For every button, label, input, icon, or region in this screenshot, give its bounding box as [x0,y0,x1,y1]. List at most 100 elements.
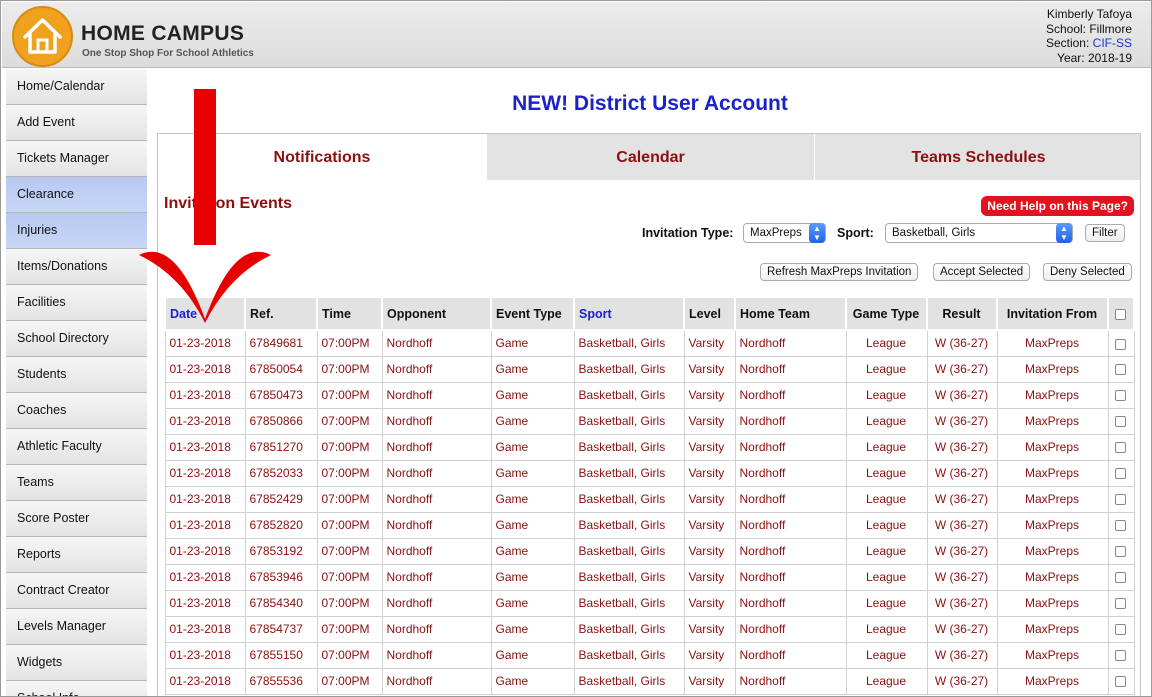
row-checkbox[interactable] [1115,546,1126,558]
column-header-sport[interactable]: Sport [573,296,685,331]
cell-ref: 67850054 [244,355,318,383]
cell-event-type: Game [490,355,575,383]
refresh-maxpreps-button[interactable]: Refresh MaxPreps Invitation [760,263,919,281]
sidebar-item-contract-creator[interactable]: Contract Creator [6,573,147,609]
cell-sport: Basketball, Girls [573,381,685,409]
cell-event-type: Game [490,407,575,435]
help-button[interactable]: Need Help on this Page? [981,196,1134,216]
cell-game-type: League [845,485,928,513]
row-checkbox[interactable] [1115,494,1126,506]
sidebar-item-facilities[interactable]: Facilities [6,285,147,321]
row-checkbox[interactable] [1115,416,1126,428]
row-checkbox[interactable] [1115,364,1126,376]
cell-opponent: Nordhoff [381,537,492,565]
sidebar-item-add-event[interactable]: Add Event [6,105,147,141]
accept-selected-button[interactable]: Accept Selected [933,263,1031,281]
sidebar-item-reports[interactable]: Reports [6,537,147,573]
sidebar-item-items-donations[interactable]: Items/Donations [6,249,147,285]
cell-time: 07:00PM [316,407,383,435]
sidebar-item-tickets-manager[interactable]: Tickets Manager [6,141,147,177]
sidebar-item-teams[interactable]: Teams [6,465,147,501]
tab-calendar[interactable]: Calendar [486,134,814,180]
cell-game-type: League [845,459,928,487]
row-select-cell [1107,485,1135,513]
table-row[interactable]: 01-23-2018 67850866 07:00PM Nordhoff Game Bas… [164,407,1135,435]
sidebar-item-school-info[interactable]: School Info [6,681,147,696]
cell-sport: Basketball, Girls [573,667,685,695]
table-row[interactable]: 01-23-2018 67851270 07:00PM Nordhoff Game Bas… [164,433,1135,461]
column-header-date[interactable]: Date [164,296,246,331]
sidebar-item-students[interactable]: Students [6,357,147,393]
row-checkbox[interactable] [1115,442,1126,454]
tab-notifications[interactable]: Notifications [158,134,486,180]
row-checkbox[interactable] [1115,468,1126,480]
row-checkbox[interactable] [1115,650,1126,662]
table-row[interactable]: 01-23-2018 67852820 07:00PM Nordhoff Game Bas… [164,511,1135,539]
sidebar-item-score-poster[interactable]: Score Poster [6,501,147,537]
row-checkbox[interactable] [1115,676,1126,688]
cell-level: Varsity [683,511,736,539]
row-checkbox[interactable] [1115,520,1126,532]
select-all-checkbox[interactable] [1115,308,1126,320]
row-checkbox[interactable] [1115,572,1126,584]
cell-game-type: League [845,615,928,643]
sport-select[interactable]: Basketball, Girls ▲ ▼ [885,223,1073,243]
table-row[interactable]: 01-23-2018 67850054 07:00PM Nordhoff Game Bas… [164,355,1135,383]
row-checkbox[interactable] [1115,624,1126,636]
sidebar-item-clearance[interactable]: Clearance [6,177,147,213]
cell-level: Varsity [683,329,736,357]
sidebar-item-widgets[interactable]: Widgets [6,645,147,681]
user-section: Section: CIF-SS [1046,36,1132,51]
table-row[interactable]: 01-23-2018 67849681 07:00PM Nordhoff Game Bas… [164,329,1135,357]
table-row[interactable]: 01-23-2018 67852429 07:00PM Nordhoff Game Bas… [164,485,1135,513]
table-row[interactable]: 01-23-2018 67853192 07:00PM Nordhoff Game Bas… [164,537,1135,565]
table-row[interactable]: 01-23-2018 67853946 07:00PM Nordhoff Game Bas… [164,563,1135,591]
cell-game-type: League [845,667,928,695]
section-link[interactable]: CIF-SS [1093,36,1132,50]
cell-sport: Basketball, Girls [573,459,685,487]
cell-opponent: Nordhoff [381,667,492,695]
row-checkbox[interactable] [1115,338,1126,350]
sidebar-item-athletic-faculty[interactable]: Athletic Faculty [6,429,147,465]
row-checkbox[interactable] [1115,598,1126,610]
row-checkbox[interactable] [1115,390,1126,402]
cell-ref: 67851270 [244,433,318,461]
cell-event-type: Game [490,329,575,357]
cell-event-type: Game [490,667,575,695]
cell-invitation-from: MaxPreps [996,485,1109,513]
cell-result: W (36-27) [926,511,998,539]
table-row[interactable]: 01-23-2018 67854737 07:00PM Nordhoff Game Bas… [164,615,1135,643]
sidebar-item-school-directory[interactable]: School Directory [6,321,147,357]
cell-event-type: Game [490,485,575,513]
tab-teams-schedules[interactable]: Teams Schedules [814,134,1140,180]
column-header-result: Result [926,296,998,331]
sidebar-item-levels-manager[interactable]: Levels Manager [6,609,147,645]
invitation-type-select[interactable]: MaxPreps ▲ ▼ [743,223,826,243]
cell-game-type: League [845,511,928,539]
table-row[interactable]: 01-23-2018 67852033 07:00PM Nordhoff Game Bas… [164,459,1135,487]
cell-ref: 67853192 [244,537,318,565]
cell-time: 07:00PM [316,381,383,409]
table-row[interactable]: 01-23-2018 67855150 07:00PM Nordhoff Game Bas… [164,641,1135,669]
column-header-level: Level [683,296,736,331]
select-arrows-icon: ▲ ▼ [809,223,825,243]
cell-date: 01-23-2018 [164,563,246,591]
row-select-cell [1107,511,1135,539]
sidebar-item-injuries[interactable]: Injuries [6,213,147,249]
cell-opponent: Nordhoff [381,459,492,487]
table-row[interactable]: 01-23-2018 67854340 07:00PM Nordhoff Game Bas… [164,589,1135,617]
cell-invitation-from: MaxPreps [996,459,1109,487]
home-logo-icon[interactable] [12,6,73,67]
filter-button[interactable]: Filter [1085,224,1125,242]
user-info: Kimberly Tafoya School: Fillmore Section… [1046,7,1132,65]
row-select-cell [1107,459,1135,487]
cell-sport: Basketball, Girls [573,407,685,435]
table-row[interactable]: 01-23-2018 67850473 07:00PM Nordhoff Game Bas… [164,381,1135,409]
table-row[interactable]: 01-23-2018 67855536 07:00PM Nordhoff Game Bas… [164,667,1135,695]
cell-result: W (36-27) [926,615,998,643]
sidebar-item-home-calendar[interactable]: Home/Calendar [6,69,147,105]
cell-opponent: Nordhoff [381,511,492,539]
deny-selected-button[interactable]: Deny Selected [1043,263,1132,281]
sidebar-item-coaches[interactable]: Coaches [6,393,147,429]
cell-date: 01-23-2018 [164,433,246,461]
